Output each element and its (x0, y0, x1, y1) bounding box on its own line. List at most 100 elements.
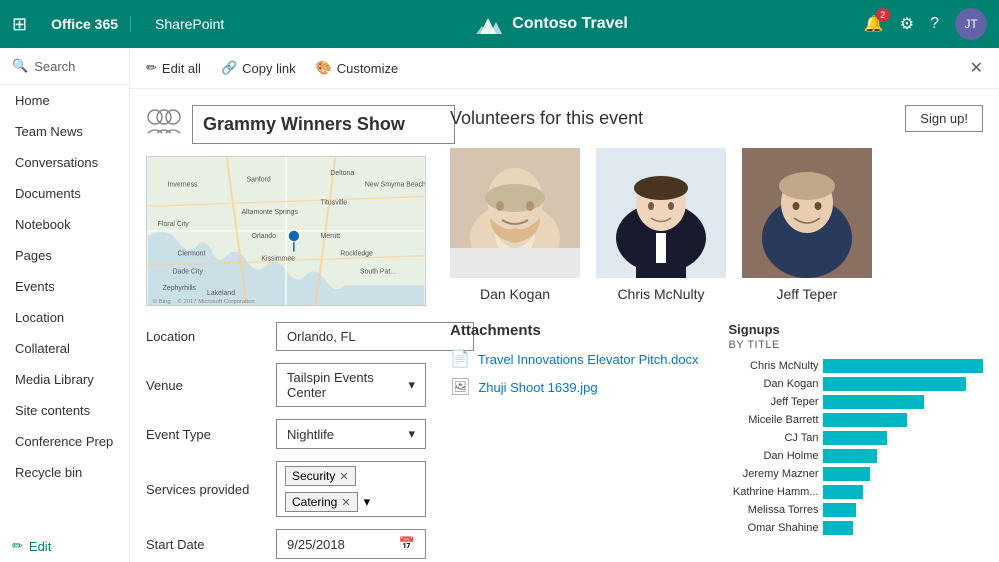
sidebar-item-notebook[interactable]: Notebook (0, 209, 129, 240)
tag-security: Security ✕ (285, 466, 356, 486)
start-date-input[interactable]: 9/25/2018 📅 (276, 529, 426, 559)
attachment-docx-name: Travel Innovations Elevator Pitch.docx (478, 352, 699, 367)
sidebar-item-location[interactable]: Location (0, 302, 129, 333)
sidebar-item-media-library[interactable]: Media Library (0, 364, 129, 395)
venue-select[interactable]: Tailspin Events Center ▾ (276, 363, 426, 407)
search-icon: 🔍 (12, 58, 28, 74)
volunteers-header: Volunteers for this event Sign up! (450, 105, 983, 132)
volunteer-name-jeff: Jeff Teper (777, 286, 838, 302)
event-type-dropdown-icon: ▾ (408, 426, 415, 442)
topbar: ⊞ Office 365 SharePoint Contoso Travel 🔔… (0, 0, 999, 48)
attachments-area: Attachments 📄 Travel Innovations Elevato… (450, 322, 705, 539)
chart-row: Miceile Barrett (729, 413, 984, 427)
chart-title: Signups (729, 322, 984, 337)
bottom-area: Attachments 📄 Travel Innovations Elevato… (450, 322, 983, 539)
sidebar: 🔍 Search Home Team News Conversations Do… (0, 48, 130, 562)
chart-row: Omar Shahine (729, 521, 984, 535)
svg-text:Clermont: Clermont (177, 251, 205, 258)
sidebar-item-documents[interactable]: Documents (0, 178, 129, 209)
attachment-jpg[interactable]: 🖼 Zhuji Shoot 1639.jpg (450, 377, 705, 397)
help-icon[interactable]: ? (930, 15, 939, 33)
remove-catering-tag[interactable]: ✕ (341, 496, 350, 509)
sidebar-item-home[interactable]: Home (0, 85, 129, 116)
chart-row: Dan Kogan (729, 377, 984, 391)
start-date-label: Start Date (146, 537, 276, 552)
venue-label: Venue (146, 378, 276, 393)
location-label: Location (146, 329, 276, 344)
sidebar-item-team-news[interactable]: Team News (0, 116, 129, 147)
site-logo-text[interactable]: Contoso Travel (512, 15, 628, 33)
close-button[interactable]: ✕ (970, 58, 983, 78)
sidebar-item-pages[interactable]: Pages (0, 240, 129, 271)
event-title-input[interactable] (192, 105, 455, 144)
chart-subtitle: BY TITLE (729, 339, 984, 351)
attachment-jpg-name: Zhuji Shoot 1639.jpg (478, 380, 597, 395)
svg-text:Deltona: Deltona (330, 170, 354, 177)
remove-security-tag[interactable]: ✕ (339, 470, 348, 483)
volunteer-jeff-teper: Jeff Teper (742, 148, 872, 302)
right-panel: Volunteers for this event Sign up! (450, 105, 983, 562)
svg-text:Lakeland: Lakeland (207, 290, 235, 297)
logo-area: Contoso Travel (248, 12, 852, 36)
edit-sidebar-button[interactable]: ✏ Edit (0, 530, 129, 562)
services-row: Services provided Security ✕ Catering ✕ … (146, 461, 426, 517)
grid-icon[interactable]: ⊞ (12, 14, 27, 35)
settings-icon[interactable]: ⚙ (900, 14, 914, 34)
svg-text:Floral City: Floral City (158, 221, 190, 228)
notification-bell-icon[interactable]: 🔔 2 (864, 14, 884, 34)
site-name[interactable]: SharePoint (143, 16, 236, 32)
customize-button[interactable]: 🎨 Customize (316, 60, 399, 76)
customize-icon: 🎨 (316, 60, 332, 76)
chart-row: Melissa Torres (729, 503, 984, 517)
location-input[interactable] (276, 322, 474, 351)
svg-text:South Pat...: South Pat... (360, 268, 396, 275)
main-panel: ✏ Edit all 🔗 Copy link 🎨 Customize ✕ (130, 48, 999, 562)
search-bar[interactable]: 🔍 Search (0, 48, 129, 85)
calendar-icon: 📅 (399, 536, 415, 552)
event-title-area (146, 105, 426, 144)
sidebar-item-events[interactable]: Events (0, 271, 129, 302)
event-type-select[interactable]: Nightlife ▾ (276, 419, 426, 449)
volunteer-dan-kogan: Dan Kogan (450, 148, 580, 302)
event-type-row: Event Type Nightlife ▾ (146, 419, 426, 449)
edit-all-button[interactable]: ✏ Edit all (146, 60, 201, 76)
event-type-label: Event Type (146, 427, 276, 442)
layout: 🔍 Search Home Team News Conversations Do… (0, 48, 999, 562)
chart-rows: Chris McNultyDan KoganJeff TeperMiceile … (729, 359, 984, 535)
notification-badge: 2 (876, 8, 890, 22)
app-name[interactable]: Office 365 (39, 16, 131, 32)
event-group-icon (146, 107, 182, 142)
edit-pencil-icon: ✏ (12, 538, 23, 554)
copy-link-button[interactable]: 🔗 Copy link (221, 60, 296, 76)
svg-text:Orlando: Orlando (251, 233, 276, 240)
svg-text:Merritt: Merritt (321, 233, 341, 240)
attachment-docx[interactable]: 📄 Travel Innovations Elevator Pitch.docx (450, 349, 705, 369)
services-dropdown-icon[interactable]: ▾ (364, 494, 371, 510)
signup-button[interactable]: Sign up! (905, 105, 983, 132)
sidebar-item-collateral[interactable]: Collateral (0, 333, 129, 364)
svg-text:Inverness: Inverness (168, 182, 198, 189)
jpg-icon: 🖼 (450, 377, 470, 397)
edit-pencil-icon: ✏ (146, 60, 157, 76)
sidebar-item-recycle-bin[interactable]: Recycle bin (0, 457, 129, 488)
svg-text:Rockledge: Rockledge (340, 251, 373, 258)
tag-catering: Catering ✕ (285, 492, 358, 512)
start-date-row: Start Date 9/25/2018 📅 (146, 529, 426, 559)
svg-text:Sanford: Sanford (247, 177, 271, 184)
volunteer-photo-jeff (742, 148, 872, 278)
volunteer-name-chris: Chris McNulty (617, 286, 704, 302)
sidebar-item-site-contents[interactable]: Site contents (0, 395, 129, 426)
svg-text:Zephyrhills: Zephyrhills (163, 285, 197, 292)
avatar[interactable]: JT (955, 8, 987, 40)
venue-row: Venue Tailspin Events Center ▾ (146, 363, 426, 407)
sidebar-item-conference-prep[interactable]: Conference Prep (0, 426, 129, 457)
chart-row: CJ Tan (729, 431, 984, 445)
chart-row: Kathrine Hamm... (729, 485, 984, 499)
svg-text:Titusville: Titusville (321, 199, 348, 206)
svg-text:© 2017 Microsoft Corporation: © 2017 Microsoft Corporation (177, 298, 254, 305)
chart-row: Jeff Teper (729, 395, 984, 409)
volunteers-title: Volunteers for this event (450, 108, 643, 129)
svg-text:New Smyrna Beach: New Smyrna Beach (365, 182, 425, 189)
sidebar-item-conversations[interactable]: Conversations (0, 147, 129, 178)
mountain-logo-icon (472, 12, 504, 36)
